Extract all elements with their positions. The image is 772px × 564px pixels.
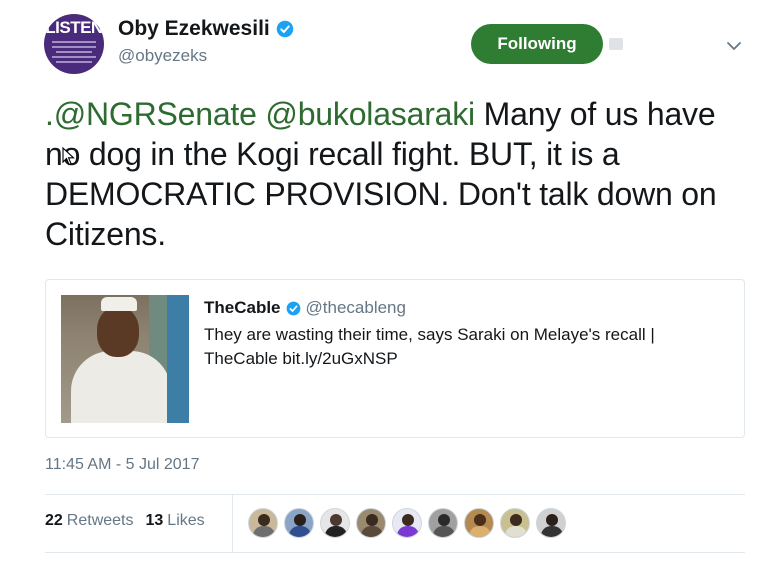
- liker-avatar-head: [474, 514, 486, 526]
- avatar-text-line: [56, 61, 92, 63]
- author-name[interactable]: Oby Ezekwesili: [118, 17, 294, 41]
- chevron-down-icon[interactable]: [726, 40, 742, 52]
- liker-avatar-body: [289, 526, 311, 537]
- image-second-person: [167, 295, 189, 423]
- avatar-text-line: [52, 41, 96, 43]
- author-avatar[interactable]: LISTEN: [44, 14, 104, 74]
- image-cap: [101, 297, 137, 311]
- liker-avatar-body: [433, 526, 455, 537]
- likes-stat[interactable]: 13 Likes: [146, 512, 205, 530]
- liker-avatar[interactable]: [284, 508, 314, 538]
- quoted-author-name[interactable]: TheCable: [204, 298, 281, 318]
- quoted-tweet-text: They are wasting their time, says Saraki…: [204, 325, 655, 368]
- notification-icon[interactable]: [609, 38, 623, 50]
- liker-avatar[interactable]: [248, 508, 278, 538]
- stats-separator: [232, 494, 233, 552]
- liker-avatar-head: [402, 514, 414, 526]
- liker-avatar-head: [546, 514, 558, 526]
- liker-avatar-head: [366, 514, 378, 526]
- quoted-author[interactable]: TheCable @thecableng: [204, 298, 406, 318]
- liker-avatar-body: [505, 526, 527, 537]
- liker-avatar-body: [325, 526, 347, 537]
- divider: [45, 494, 745, 495]
- liker-avatar[interactable]: [500, 508, 530, 538]
- quoted-tweet-image[interactable]: [61, 295, 189, 423]
- mention-link[interactable]: .@NGRSenate: [45, 96, 257, 132]
- liker-avatar-head: [330, 514, 342, 526]
- liker-avatar-body: [397, 526, 419, 537]
- liker-avatar-body: [253, 526, 275, 537]
- likers-avatar-list: [248, 508, 566, 538]
- avatar-logo-text: LISTEN: [45, 18, 103, 37]
- avatar-text-line: [52, 56, 96, 58]
- likes-label: Likes: [167, 512, 205, 529]
- quoted-author-handle[interactable]: @thecableng: [306, 298, 406, 318]
- image-robe: [71, 351, 171, 423]
- liker-avatar-body: [469, 526, 491, 537]
- tweet-text: .@NGRSenate @bukolasaraki Many of us hav…: [45, 94, 745, 254]
- liker-avatar-head: [438, 514, 450, 526]
- avatar-text-line: [56, 51, 92, 53]
- liker-avatar[interactable]: [356, 508, 386, 538]
- liker-avatar[interactable]: [536, 508, 566, 538]
- liker-avatar-body: [361, 526, 383, 537]
- mouse-cursor-icon: [62, 147, 75, 166]
- verified-badge-icon: [276, 20, 293, 38]
- tweet-timestamp[interactable]: 11:45 AM - 5 Jul 2017: [45, 456, 199, 474]
- liker-avatar-head: [510, 514, 522, 526]
- following-button[interactable]: Following: [471, 24, 603, 64]
- liker-avatar-body: [541, 526, 563, 537]
- liker-avatar[interactable]: [428, 508, 458, 538]
- retweets-count: 22: [45, 512, 63, 529]
- retweets-stat[interactable]: 22 Retweets: [45, 512, 134, 530]
- quoted-tweet-card[interactable]: TheCable @thecableng They are wasting th…: [45, 279, 745, 438]
- avatar-text-line: [52, 46, 96, 48]
- mention-link[interactable]: @bukolasaraki: [265, 96, 475, 132]
- author-handle[interactable]: @obyezeks: [118, 46, 207, 66]
- tweet-stats: 22 Retweets 13 Likes: [45, 512, 205, 530]
- liker-avatar-head: [294, 514, 306, 526]
- liker-avatar[interactable]: [392, 508, 422, 538]
- liker-avatar-head: [258, 514, 270, 526]
- liker-avatar[interactable]: [320, 508, 350, 538]
- liker-avatar[interactable]: [464, 508, 494, 538]
- image-face: [97, 307, 139, 357]
- verified-badge-icon: [286, 301, 300, 315]
- author-name-text[interactable]: Oby Ezekwesili: [118, 17, 270, 41]
- retweets-label: Retweets: [66, 512, 134, 529]
- divider: [45, 552, 745, 553]
- likes-count: 13: [145, 512, 164, 529]
